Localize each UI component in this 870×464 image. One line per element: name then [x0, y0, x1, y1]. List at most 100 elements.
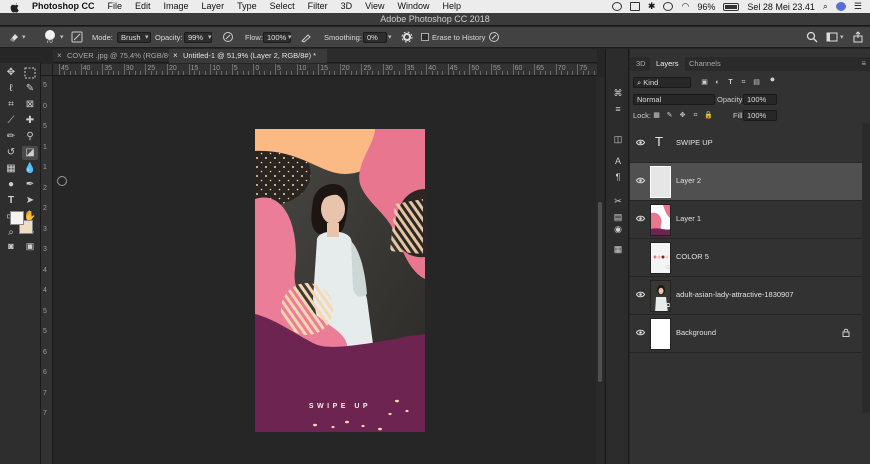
pressure-opacity-icon[interactable]	[222, 31, 234, 43]
workspace-icon[interactable]	[826, 31, 838, 43]
menu-3d[interactable]: 3D	[341, 0, 353, 13]
filter-kind-select[interactable]: ⌕ Kind	[633, 77, 691, 88]
eye-icon[interactable]	[636, 177, 645, 184]
filter-pixel-icon[interactable]: ▣	[700, 78, 709, 87]
tab-layers[interactable]: Layers	[650, 57, 685, 71]
time-machine-icon[interactable]	[663, 2, 674, 11]
lock-transparent-icon[interactable]: ▦	[652, 111, 661, 120]
blur-tool-icon[interactable]: 💧	[22, 162, 38, 176]
menu-select[interactable]: Select	[270, 0, 295, 13]
history-brush-icon[interactable]: ↺	[3, 146, 19, 160]
doc-tab-cover[interactable]: × COVER .jpg @ 75,4% (RGB/8*)	[53, 49, 173, 63]
character-panel-icon[interactable]: A	[612, 155, 624, 167]
menu-edit[interactable]: Edit	[135, 0, 151, 13]
paragraph-panel-icon[interactable]: ¶	[612, 171, 624, 183]
visibility-off-slot[interactable]	[636, 253, 645, 260]
panel-menu-icon[interactable]: ≡	[861, 59, 866, 68]
properties-panel-icon[interactable]: ≡	[612, 103, 624, 115]
doc-tab-untitled[interactable]: × Untitled-1 @ 51,9% (Layer 2, RGB/8#) *	[169, 49, 327, 63]
type-tool-icon[interactable]: T	[3, 194, 19, 208]
lock-pixels-icon[interactable]: ✎	[665, 111, 674, 120]
lock-artboard-icon[interactable]: ⌗	[691, 111, 700, 120]
record-icon[interactable]	[611, 2, 622, 11]
menu-filter[interactable]: Filter	[308, 0, 328, 13]
chevron-down-icon[interactable]: ▾	[208, 33, 212, 41]
frame-tool-icon[interactable]: ⊠	[22, 98, 38, 112]
vertical-ruler[interactable]: 5 0 5 1 1 2 2 3 3 4 4 5 5 6 6 7 7	[41, 64, 53, 464]
dodge-tool-icon[interactable]: ●	[3, 178, 19, 192]
apple-icon[interactable]	[10, 2, 22, 13]
chevron-down-icon[interactable]: ▾	[840, 33, 844, 41]
layer-row-layer-2[interactable]: Layer 2	[630, 163, 862, 201]
filter-type-icon[interactable]: T	[726, 78, 735, 87]
filter-smart-object-icon[interactable]: ▤	[752, 78, 761, 87]
move-tool-icon[interactable]: ✥	[3, 66, 19, 80]
tab-channels[interactable]: Channels	[683, 57, 727, 71]
pressure-size-icon[interactable]	[488, 31, 500, 43]
menu-image[interactable]: Image	[164, 0, 189, 13]
horizontal-ruler[interactable]: 45 40 35 30 25 20 15 10 5 0 5 10 15 20 25 30 35 40 45 50 55 6…	[53, 64, 597, 76]
bluetooth-icon[interactable]: ✱	[648, 1, 656, 12]
share-icon[interactable]	[852, 31, 864, 43]
close-icon[interactable]: ×	[57, 49, 62, 63]
airbrush-icon[interactable]	[300, 31, 312, 43]
foreground-color-swatch[interactable]	[10, 211, 24, 225]
eye-icon[interactable]	[636, 329, 645, 336]
fill-input[interactable]: 100%	[743, 110, 777, 121]
libraries-panel-icon[interactable]: ▦	[612, 243, 624, 255]
chevron-down-icon[interactable]: ▾	[388, 33, 392, 41]
crop-tool-icon[interactable]: ⌗	[3, 98, 19, 112]
artwork-canvas[interactable]: SWIPE UP	[255, 129, 425, 432]
layer-row-color-5[interactable]: ⧉ COLOR 5	[630, 239, 862, 277]
pen-tool-icon[interactable]: ✒	[22, 178, 38, 192]
gradient-tool-icon[interactable]: ▦	[3, 162, 19, 176]
menu-file[interactable]: File	[108, 0, 123, 13]
menu-layer[interactable]: Layer	[202, 0, 225, 13]
eye-icon[interactable]	[636, 291, 645, 298]
tools-presets-icon[interactable]: ✂	[612, 195, 624, 207]
chevron-down-icon[interactable]: ▾	[288, 33, 292, 41]
adjustments-panel-icon[interactable]: ◫	[612, 133, 624, 145]
menu-view[interactable]: View	[365, 0, 384, 13]
search-icon[interactable]	[806, 31, 818, 43]
ruler-origin[interactable]	[41, 64, 53, 76]
layers-scrollbar[interactable]	[862, 123, 870, 413]
chevron-down-icon[interactable]: ▾	[60, 33, 64, 41]
layer-opacity-input[interactable]: 100%	[743, 94, 777, 105]
lock-all-icon[interactable]: 🔒	[704, 111, 713, 120]
eye-icon[interactable]	[636, 215, 645, 222]
clock[interactable]: Sel 28 Mei 23.41	[747, 2, 815, 12]
brush-settings-icon[interactable]	[71, 31, 83, 43]
layer-row-photo[interactable]: ⧉ adult-asian-lady-attractive-1830907	[630, 277, 862, 315]
zoom-tool-icon[interactable]: ⌕	[3, 226, 19, 240]
layer-row-background[interactable]: Background	[630, 315, 862, 353]
chevron-down-icon[interactable]: ▾	[22, 33, 26, 41]
gear-icon[interactable]	[401, 31, 413, 43]
timeline-panel-icon[interactable]: ◉	[612, 223, 624, 235]
canvas-scrollbar[interactable]	[596, 77, 604, 464]
layer-row-swipe-up[interactable]: T SWIPE UP	[630, 125, 862, 163]
screen-icon[interactable]	[629, 2, 640, 11]
wifi-icon[interactable]: ◠	[681, 1, 689, 12]
erase-to-history-checkbox[interactable]	[421, 33, 429, 41]
brush-tool-icon[interactable]: ✏	[3, 130, 19, 144]
flow-input[interactable]: 100%	[263, 32, 291, 43]
siri-icon[interactable]	[835, 2, 846, 11]
lock-icon[interactable]	[842, 328, 850, 337]
eraser-tool-icon[interactable]: ◪	[22, 146, 38, 160]
healing-brush-icon[interactable]: ✚	[22, 114, 38, 128]
smoothing-input[interactable]: 0%	[363, 32, 387, 43]
quick-mask-icon[interactable]: ◙	[3, 239, 19, 253]
history-panel-icon[interactable]: ⌘	[612, 87, 624, 99]
scrollbar-thumb[interactable]	[598, 202, 602, 382]
menu-window[interactable]: Window	[397, 0, 429, 13]
spotlight-icon[interactable]: ⌕	[823, 1, 828, 12]
screen-mode-icon[interactable]: ▣	[22, 239, 38, 253]
lasso-tool-icon[interactable]: ℓ	[3, 82, 19, 96]
eraser-icon[interactable]	[8, 31, 20, 43]
path-selection-icon[interactable]: ➤	[22, 194, 38, 208]
eye-icon[interactable]	[636, 139, 645, 146]
filter-toggle-icon[interactable]: ●	[768, 75, 777, 84]
lock-position-icon[interactable]: ✥	[678, 111, 687, 120]
close-icon[interactable]: ×	[173, 49, 178, 63]
